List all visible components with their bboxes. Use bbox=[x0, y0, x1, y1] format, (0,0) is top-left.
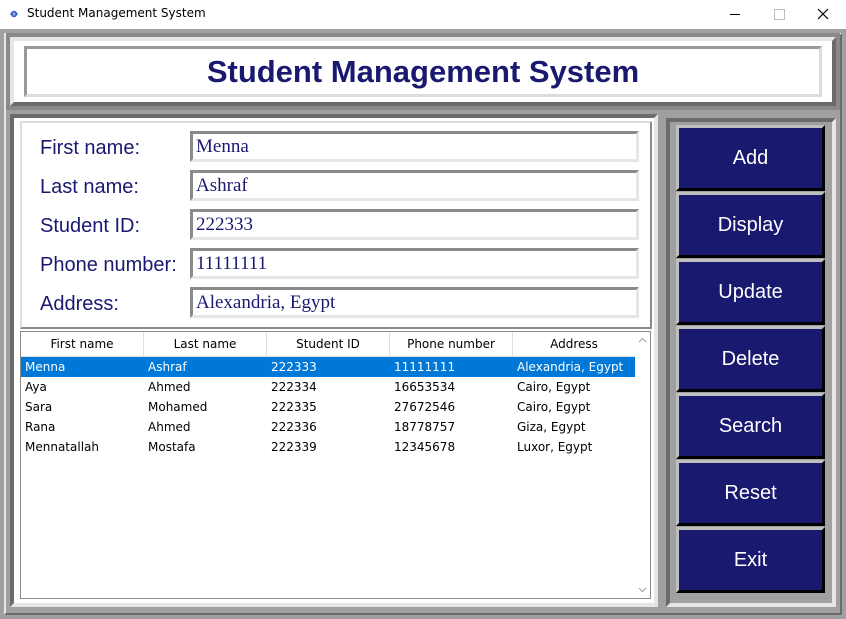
display-button[interactable]: Display bbox=[676, 192, 825, 258]
window-title: Student Management System bbox=[27, 6, 206, 20]
page-title: Student Management System bbox=[206, 53, 640, 89]
search-button[interactable]: Search bbox=[676, 393, 825, 459]
table-cell: 222335 bbox=[271, 400, 317, 414]
address-label: Address: bbox=[40, 293, 119, 315]
table-cell: Mohamed bbox=[148, 400, 208, 414]
table-cell: Giza, Egypt bbox=[517, 420, 586, 434]
column-header-phone[interactable]: Phone number bbox=[390, 332, 513, 356]
table-row[interactable]: Rana Ahmed 222336 18778757 Giza, Egypt bbox=[21, 417, 636, 437]
first-name-label: First name: bbox=[40, 137, 141, 159]
table-cell: 27672546 bbox=[394, 400, 456, 414]
close-icon[interactable] bbox=[800, 0, 846, 29]
add-button[interactable]: Add bbox=[676, 125, 825, 191]
table-cell: 12345678 bbox=[394, 440, 456, 454]
phone-field[interactable]: 11111111 bbox=[190, 248, 639, 279]
column-header-address[interactable]: Address bbox=[513, 332, 636, 356]
table-cell: Sara bbox=[25, 400, 53, 414]
table-cell: 16653534 bbox=[394, 380, 456, 394]
table-cell: 18778757 bbox=[394, 420, 456, 434]
table-cell: Aya bbox=[25, 380, 47, 394]
table-cell: Ashraf bbox=[148, 360, 187, 374]
table-cell: Luxor, Egypt bbox=[517, 440, 593, 454]
table-cell: Rana bbox=[25, 420, 56, 434]
students-table[interactable]: First name Last name Student ID Phone nu… bbox=[20, 331, 651, 599]
table-row[interactable]: Mennatallah Mostafa 222339 12345678 Luxo… bbox=[21, 437, 636, 457]
last-name-field[interactable]: Ashraf bbox=[190, 170, 639, 201]
column-header-student-id[interactable]: Student ID bbox=[267, 332, 390, 356]
table-cell: 222339 bbox=[271, 440, 317, 454]
last-name-label: Last name: bbox=[40, 176, 139, 198]
exit-button[interactable]: Exit bbox=[676, 527, 825, 593]
table-row[interactable]: Sara Mohamed 222335 27672546 Cairo, Egyp… bbox=[21, 397, 636, 417]
table-cell: Mostafa bbox=[148, 440, 196, 454]
address-field[interactable]: Alexandria, Egypt bbox=[190, 287, 639, 318]
table-cell: 222334 bbox=[271, 380, 317, 394]
chevron-down-icon[interactable] bbox=[635, 581, 650, 598]
table-scrollbar[interactable] bbox=[635, 332, 650, 598]
header-panel: Student Management System bbox=[10, 37, 836, 106]
update-button[interactable]: Update bbox=[676, 259, 825, 325]
table-cell: Ahmed bbox=[148, 420, 191, 434]
header-inner: Student Management System bbox=[24, 46, 822, 97]
table-cell: Cairo, Egypt bbox=[517, 380, 591, 394]
delete-button[interactable]: Delete bbox=[676, 326, 825, 392]
chevron-up-icon[interactable] bbox=[635, 332, 650, 349]
phone-label: Phone number: bbox=[40, 254, 177, 276]
table-cell: 222336 bbox=[271, 420, 317, 434]
reset-button[interactable]: Reset bbox=[676, 460, 825, 526]
table-cell: 11111111 bbox=[394, 360, 456, 374]
table-cell: Alexandria, Egypt bbox=[517, 360, 624, 374]
maximize-icon[interactable] bbox=[756, 0, 802, 29]
minimize-icon[interactable] bbox=[712, 0, 758, 29]
table-cell: 222333 bbox=[271, 360, 317, 374]
app-icon bbox=[10, 10, 18, 18]
table-row[interactable]: Aya Ahmed 222334 16653534 Cairo, Egypt bbox=[21, 377, 636, 397]
table-cell: Ahmed bbox=[148, 380, 191, 394]
table-cell: Cairo, Egypt bbox=[517, 400, 591, 414]
column-header-first-name[interactable]: First name bbox=[21, 332, 144, 356]
table-cell: Menna bbox=[25, 360, 66, 374]
table-cell: Mennatallah bbox=[25, 440, 99, 454]
table-row[interactable]: Menna Ashraf 222333 11111111 Alexandria,… bbox=[21, 357, 636, 377]
student-id-label: Student ID: bbox=[40, 215, 141, 237]
table-header: First name Last name Student ID Phone nu… bbox=[21, 332, 636, 357]
student-id-field[interactable]: 222333 bbox=[190, 209, 639, 240]
table-body: Menna Ashraf 222333 11111111 Alexandria,… bbox=[21, 357, 636, 457]
column-header-last-name[interactable]: Last name bbox=[144, 332, 267, 356]
window-titlebar: Student Management System bbox=[0, 0, 846, 29]
first-name-field[interactable]: Menna bbox=[190, 131, 639, 162]
